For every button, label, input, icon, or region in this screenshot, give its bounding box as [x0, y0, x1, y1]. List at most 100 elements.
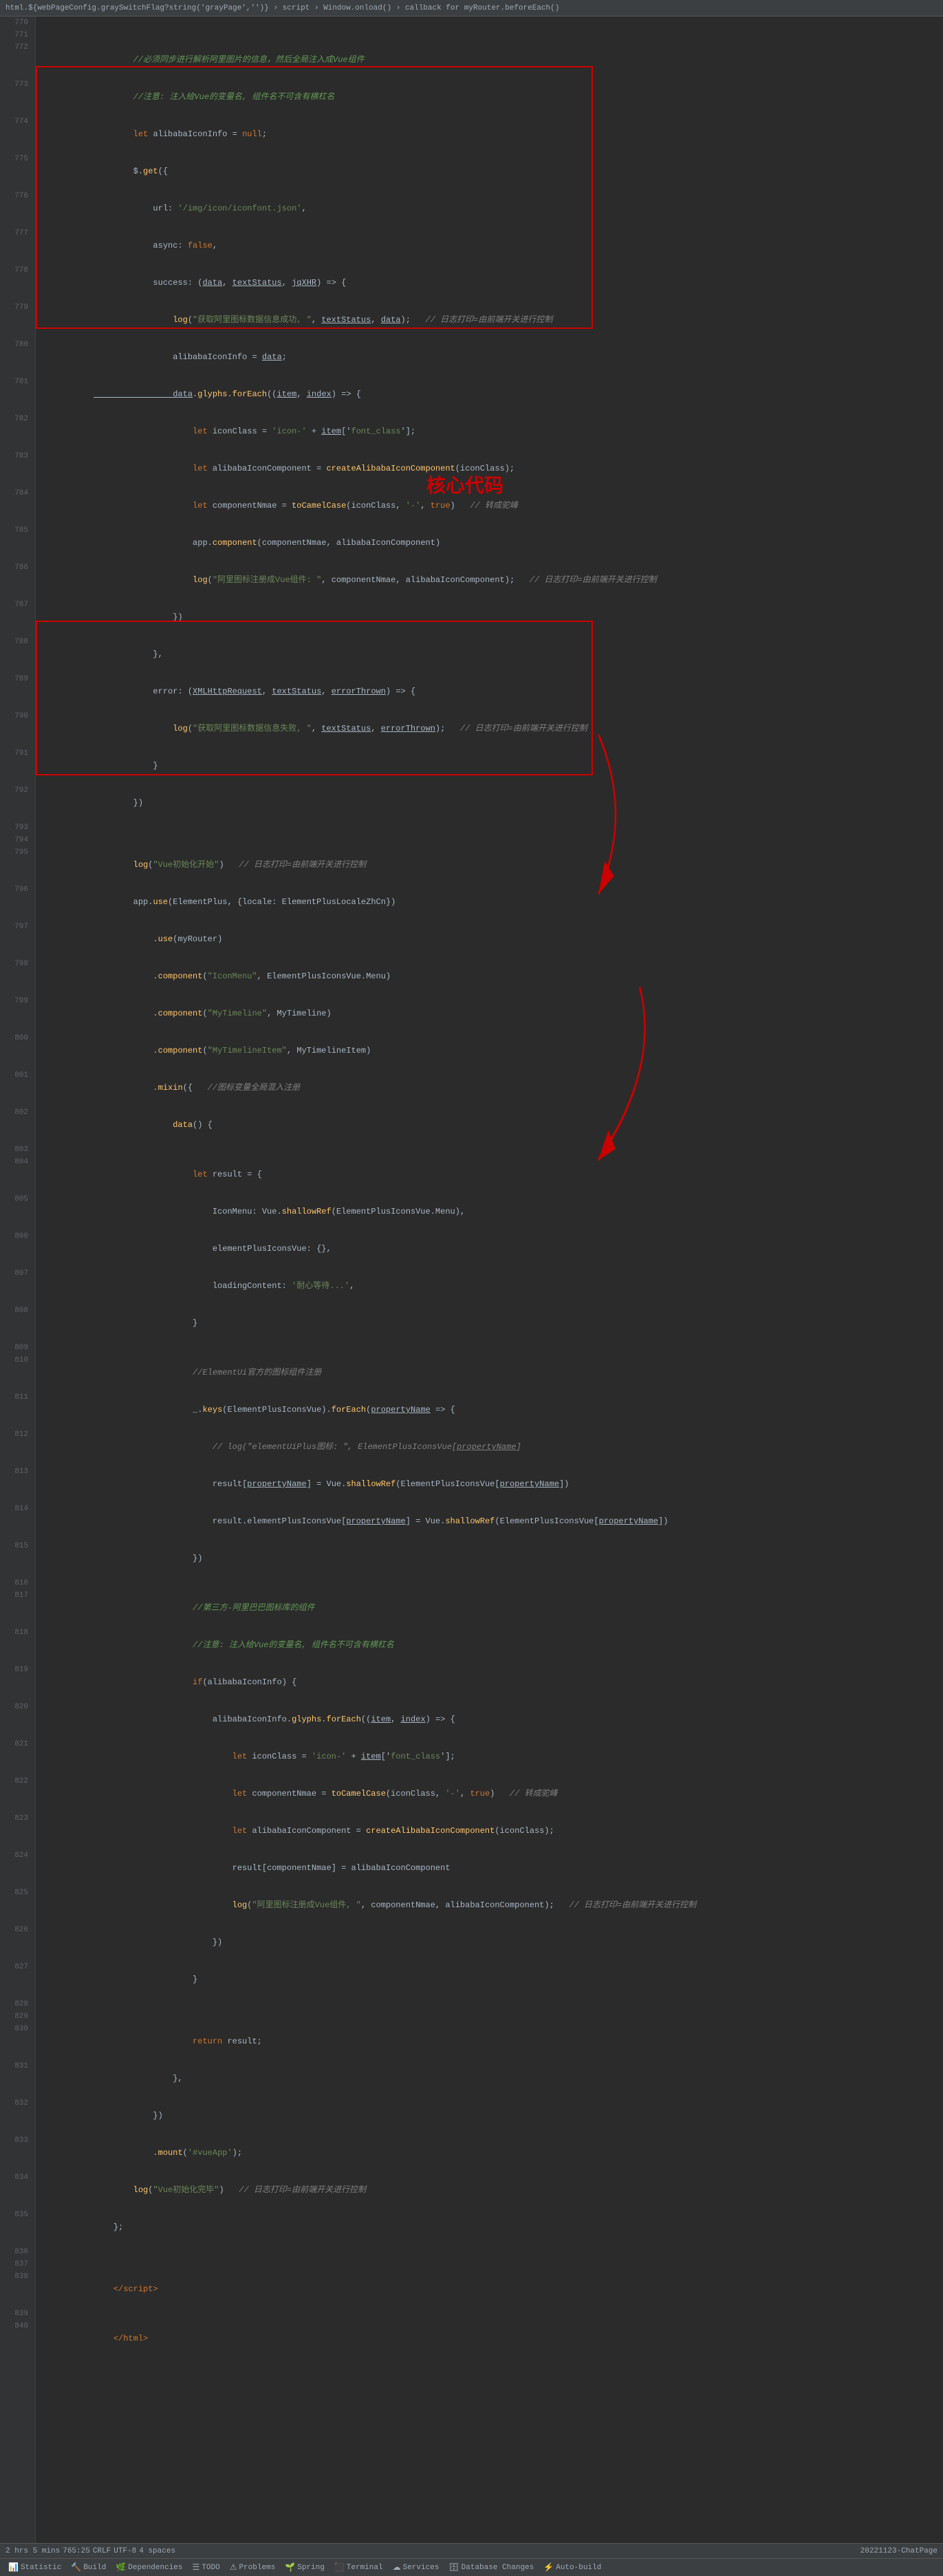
- code-line: 786 log("阿里图标注册成Vue组件: ", componentNmae,…: [0, 561, 943, 599]
- code-line: 830 return result;: [0, 2023, 943, 2060]
- code-line: 809: [0, 1342, 943, 1354]
- code-line: 820 alibabaIconInfo.glyphs.forEach((item…: [0, 1701, 943, 1738]
- code-line: [0, 2419, 943, 2432]
- code-line: 807 loadingContent: '耐心等待...',: [0, 1267, 943, 1305]
- annotation-label: 核心代码: [426, 471, 503, 498]
- todo-icon: ☰: [193, 2562, 200, 2573]
- toolbar-services[interactable]: ☁ Services: [389, 2561, 444, 2574]
- toolbar-auto-build-label: Auto-build: [556, 2564, 601, 2572]
- code-line: 775 $.get({: [0, 153, 943, 190]
- code-line: 831 },: [0, 2060, 943, 2097]
- code-line: 835 };: [0, 2209, 943, 2246]
- dependencies-icon: 🌿: [116, 2562, 126, 2573]
- code-line: 810 //ElementUi官方的图标组件注册: [0, 1354, 943, 1391]
- code-line: 778 success: (data, textStatus, jqXHR) =…: [0, 264, 943, 301]
- toolbar-build[interactable]: 🔨 Build: [67, 2561, 110, 2574]
- toolbar-build-label: Build: [83, 2564, 106, 2572]
- editor-container: html.${webPageConfig.graySwitchFlag?stri…: [0, 0, 943, 2576]
- toolbar-todo[interactable]: ☰ TODO: [188, 2561, 224, 2574]
- status-project: 20221123-ChatPage: [860, 2547, 937, 2555]
- code-line: 792 }): [0, 784, 943, 822]
- code-line: 787 }): [0, 599, 943, 636]
- code-line: 801 .mixin({ //图标变量全局混入注册: [0, 1069, 943, 1106]
- code-line: 814 result.elementPlusIconsVue[propertyN…: [0, 1503, 943, 1540]
- code-line: 815 }): [0, 1540, 943, 1577]
- status-position: 765:25: [63, 2547, 90, 2555]
- code-line: [0, 2370, 943, 2382]
- toolbar-terminal-label: Terminal: [347, 2564, 383, 2572]
- code-line: 788 },: [0, 636, 943, 673]
- code-line: 776 url: '/img/icon/iconfont.json',: [0, 190, 943, 227]
- code-line: 839: [0, 2308, 943, 2320]
- status-encoding: UTF-8: [113, 2547, 136, 2555]
- code-line: 798 .component("IconMenu", ElementPlusIc…: [0, 958, 943, 995]
- toolbar-spring-label: Spring: [297, 2564, 325, 2572]
- code-line: 821 let iconClass = 'icon-' + item['font…: [0, 1738, 943, 1775]
- code-line: 804 let result = {: [0, 1156, 943, 1193]
- code-line: 829: [0, 2010, 943, 2023]
- code-line: 811 _.keys(ElementPlusIconsVue).forEach(…: [0, 1391, 943, 1428]
- status-time: 2 hrs 5 mins: [6, 2547, 60, 2555]
- services-icon: ☁: [393, 2562, 401, 2573]
- code-line: [0, 2481, 943, 2493]
- toolbar-services-label: Services: [403, 2564, 440, 2572]
- code-line: [0, 2531, 943, 2543]
- toolbar-dependencies[interactable]: 🌿 Dependencies: [111, 2561, 186, 2574]
- code-line: 838 </script>: [0, 2271, 943, 2308]
- code-line: 806 elementPlusIconsVue: {},: [0, 1230, 943, 1267]
- code-line: 793: [0, 822, 943, 834]
- code-line: 832 }): [0, 2097, 943, 2134]
- code-line: 805 IconMenu: Vue.shallowRef(ElementPlus…: [0, 1193, 943, 1230]
- code-line: 822 let componentNmae = toCamelCase(icon…: [0, 1775, 943, 1812]
- code-line: 771: [0, 29, 943, 41]
- code-line: 790 log("获取阿里图标数据信息失败, ", textStatus, er…: [0, 710, 943, 747]
- code-line: 833 .mount('#vueApp');: [0, 2134, 943, 2171]
- code-wrapper[interactable]: 核心代码 770 771 772 //必须同步进行解析阿里图片的信息，然后全局注…: [0, 17, 943, 2543]
- code-line: [0, 2444, 943, 2456]
- toolbar-todo-label: TODO: [202, 2564, 219, 2572]
- problems-icon: ⚠: [230, 2562, 237, 2573]
- build-icon: 🔨: [71, 2562, 81, 2573]
- code-line: [0, 2407, 943, 2419]
- code-line: 808 }: [0, 1305, 943, 1342]
- code-line: 770: [0, 17, 943, 29]
- code-line: 782 let iconClass = 'icon-' + item['font…: [0, 413, 943, 450]
- code-line: [0, 2382, 943, 2394]
- code-line: 802 data() {: [0, 1106, 943, 1144]
- code-line: 819 if(alibabaIconInfo) {: [0, 1664, 943, 1701]
- status-bar: 2 hrs 5 mins 765:25 CRLF UTF-8 4 spaces …: [0, 2543, 943, 2558]
- code-line: 836: [0, 2246, 943, 2258]
- code-line: 818 //注意: 注入给Vue的变量名, 组件名不可含有横杠名: [0, 1627, 943, 1664]
- statistic-icon: 📊: [8, 2562, 19, 2573]
- code-line: 781 data.glyphs.forEach((item, index) =>…: [0, 376, 943, 413]
- code-line: [0, 2506, 943, 2518]
- toolbar-database-changes[interactable]: 🗄 Database Changes: [444, 2561, 538, 2574]
- code-line: 777 async: false,: [0, 227, 943, 264]
- breadcrumb-bar: html.${webPageConfig.graySwitchFlag?stri…: [0, 0, 943, 17]
- toolbar-terminal[interactable]: ⬛ Terminal: [330, 2561, 387, 2574]
- code-line: [0, 2432, 943, 2444]
- code-line: 825 log("阿里图标注册成Vue组件, ", componentNmae,…: [0, 1887, 943, 1924]
- toolbar-auto-build[interactable]: ⚡ Auto-build: [539, 2561, 605, 2574]
- code-line: 824 result[componentNmae] = alibabaIconC…: [0, 1849, 943, 1887]
- code-line: 812 // log("elementUiPlus图标: ", ElementP…: [0, 1428, 943, 1466]
- code-line: [0, 2469, 943, 2481]
- code-line: 803: [0, 1144, 943, 1156]
- code-line: 826 }): [0, 1924, 943, 1961]
- toolbar-problems-label: Problems: [239, 2564, 275, 2572]
- code-line: 828: [0, 1998, 943, 2010]
- code-line: 794: [0, 834, 943, 846]
- toolbar-spring[interactable]: 🌱 Spring: [281, 2561, 329, 2574]
- code-lines: 770 771 772 //必须同步进行解析阿里图片的信息，然后全局注入成Vue…: [0, 17, 943, 2543]
- code-line: 789 error: (XMLHttpRequest, textStatus, …: [0, 673, 943, 710]
- code-line: 796 app.use(ElementPlus, {locale: Elemen…: [0, 883, 943, 921]
- toolbar-problems[interactable]: ⚠ Problems: [226, 2561, 280, 2574]
- code-line: [0, 2493, 943, 2506]
- code-line: [0, 2518, 943, 2531]
- code-line: 773 //注意: 注入给Vue的变量名, 组件名不可含有横杠名: [0, 78, 943, 116]
- status-indent: 4 spaces: [139, 2547, 175, 2555]
- toolbar-statistic[interactable]: 📊 Statistic: [4, 2561, 65, 2574]
- code-line: 827 }: [0, 1961, 943, 1998]
- code-line: [0, 2394, 943, 2407]
- breadcrumb-text: html.${webPageConfig.graySwitchFlag?stri…: [6, 4, 559, 12]
